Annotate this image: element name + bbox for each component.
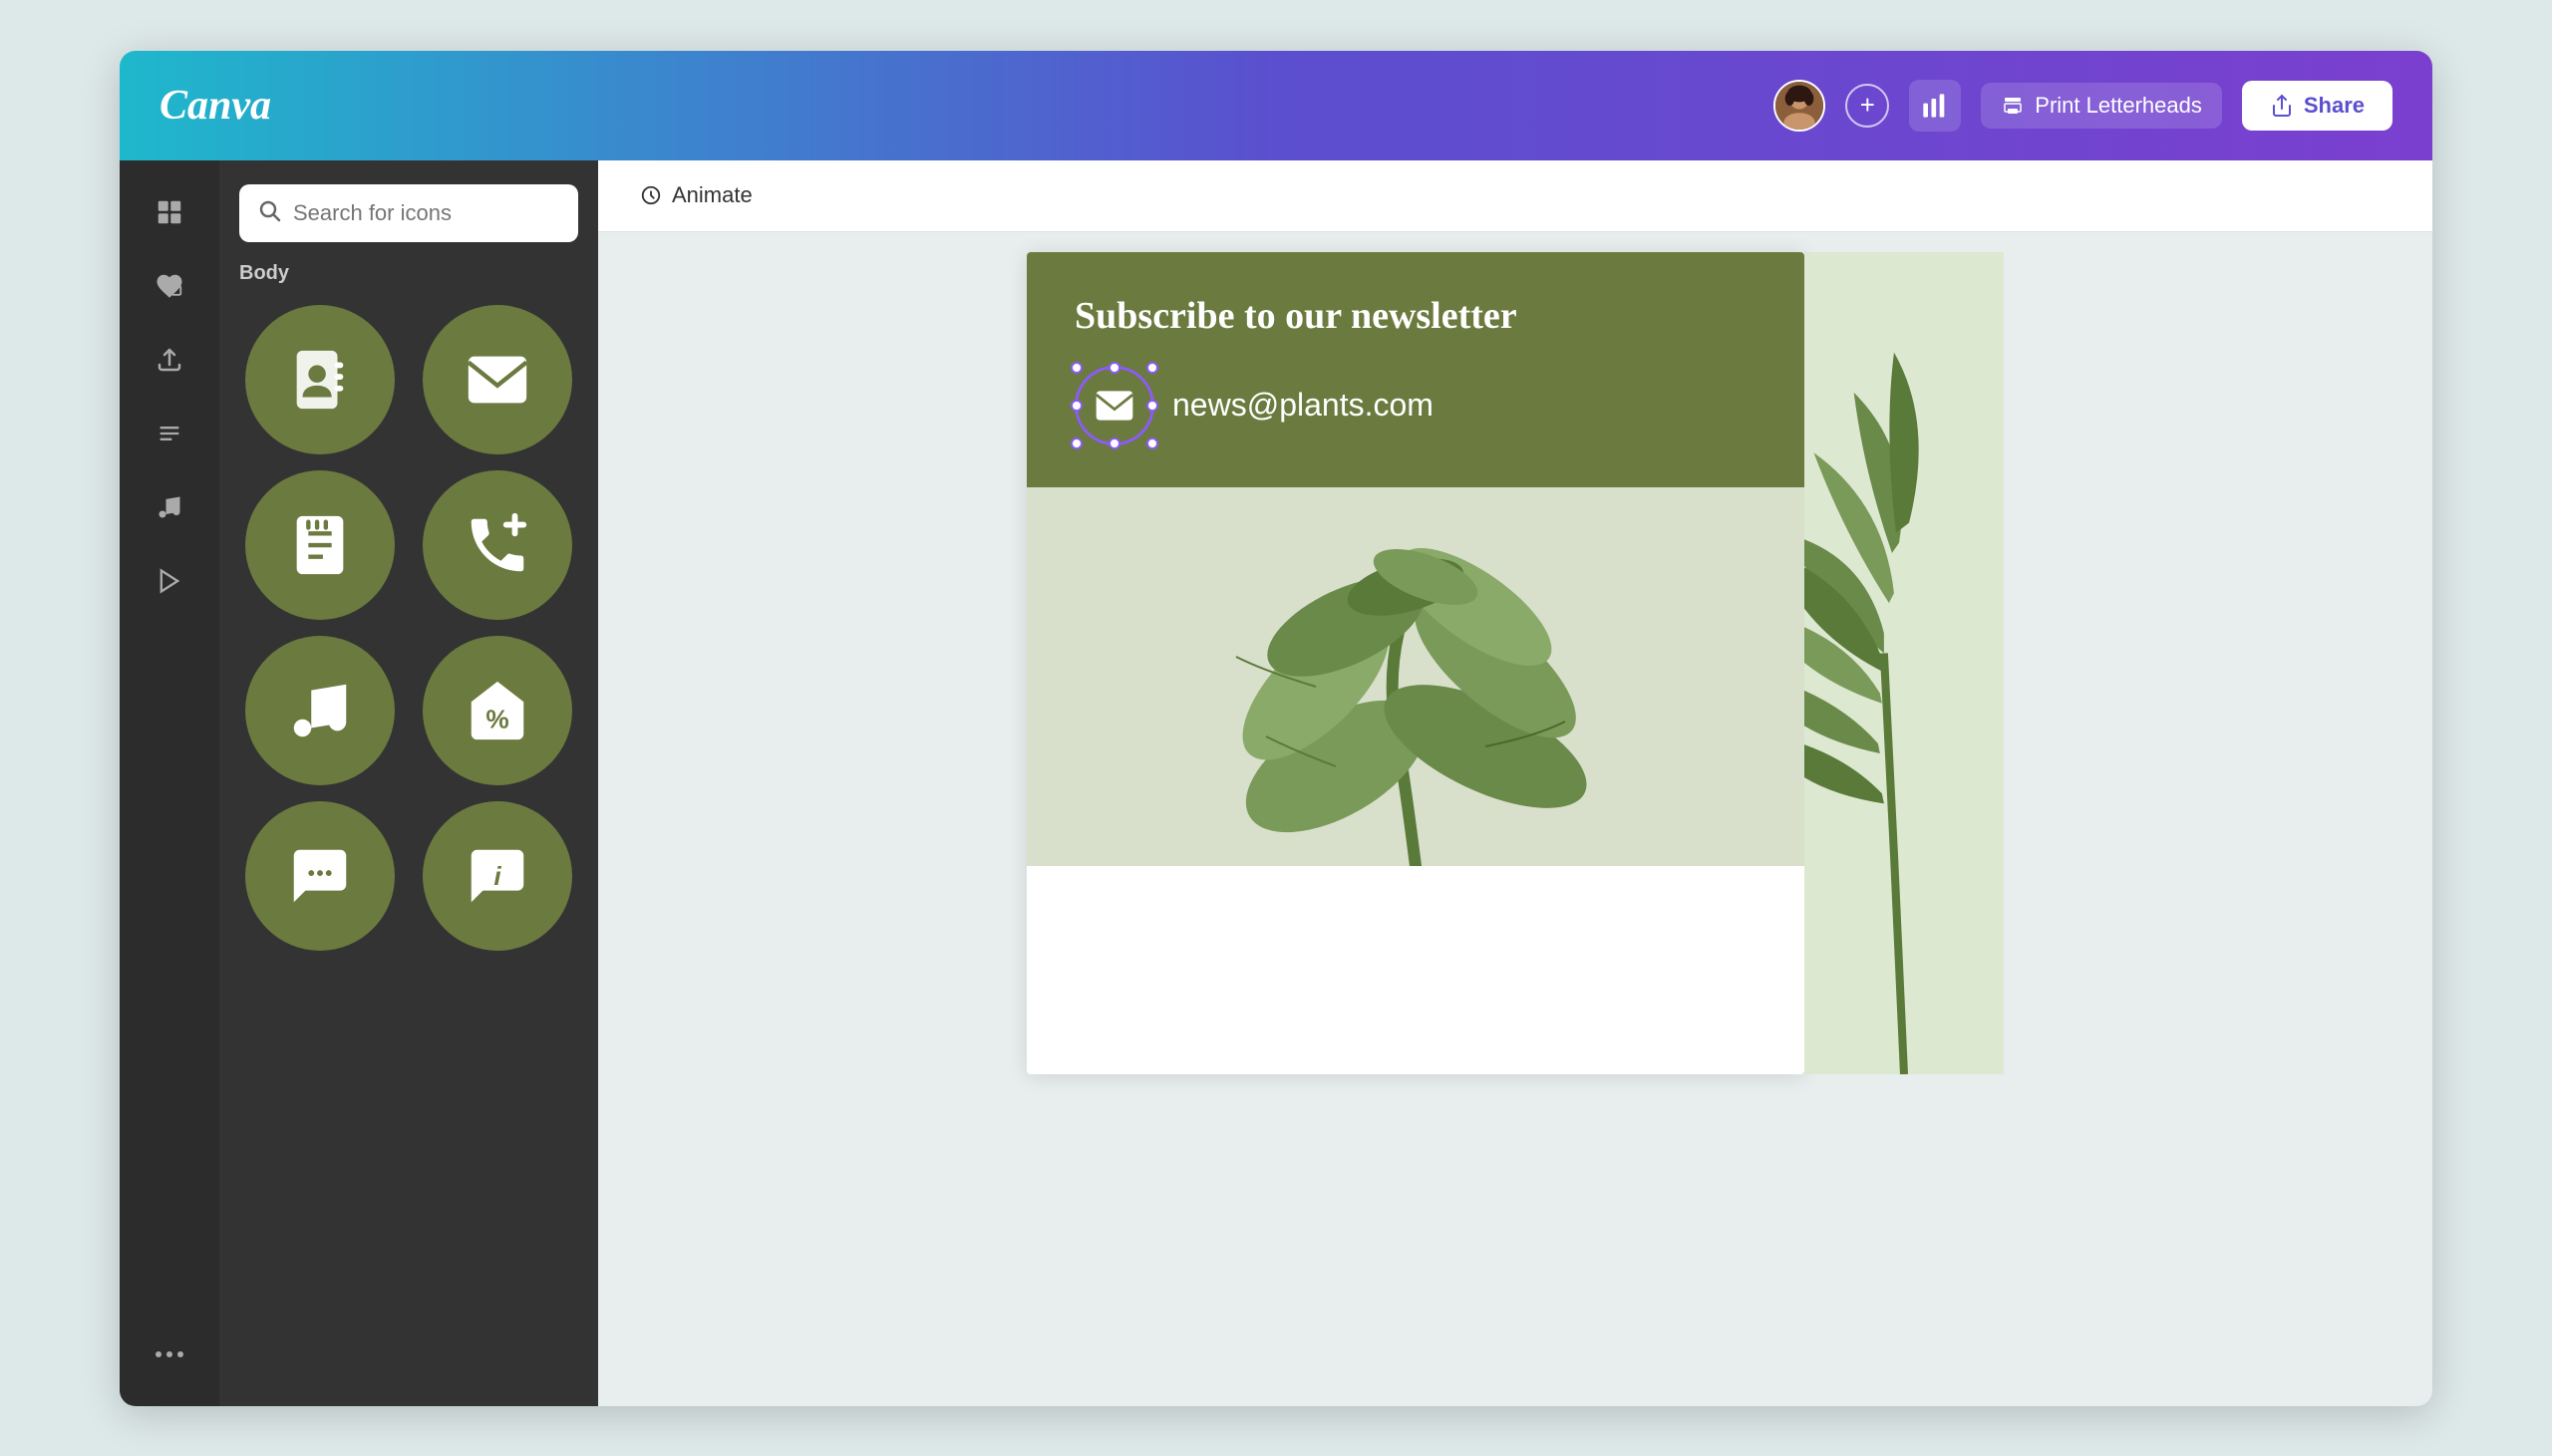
section-header: Body	[239, 262, 578, 285]
header-actions: + Print Letterheads	[1773, 80, 2392, 132]
avatar-button[interactable]	[1773, 80, 1825, 132]
section-label: Body	[239, 262, 289, 284]
search-box[interactable]	[239, 184, 578, 242]
sidebar-item-upload[interactable]	[138, 328, 201, 392]
canvas-page: Subscribe to our newsletter	[1027, 252, 1804, 1074]
chart-button[interactable]	[1909, 80, 1961, 132]
icon-grid: % i	[239, 305, 578, 951]
header: Canva +	[120, 51, 2432, 160]
app-window: Canva +	[120, 51, 2432, 1406]
avatar	[1775, 82, 1823, 130]
right-panel	[1804, 252, 2004, 1074]
add-button[interactable]: +	[1845, 84, 1889, 128]
search-input[interactable]	[293, 200, 560, 226]
animate-label: Animate	[672, 182, 753, 208]
icon-mail[interactable]	[423, 305, 572, 454]
newsletter-card: Subscribe to our newsletter	[1027, 252, 1804, 487]
newsletter-title: Subscribe to our newsletter	[1075, 294, 1756, 338]
share-button[interactable]: Share	[2242, 81, 2392, 131]
sidebar-item-music[interactable]	[138, 475, 201, 539]
animate-button[interactable]: Animate	[626, 174, 767, 216]
handle-ml[interactable]	[1071, 400, 1083, 412]
email-text: news@plants.com	[1172, 387, 1434, 424]
icon-panel: Body	[219, 160, 598, 1406]
email-icon-selected[interactable]	[1075, 366, 1154, 445]
handle-mr[interactable]	[1146, 400, 1158, 412]
sidebar-item-more[interactable]	[138, 1322, 201, 1386]
handle-br[interactable]	[1146, 437, 1158, 449]
canvas-area: Animate Subscribe to our newsletter	[598, 160, 2432, 1406]
search-icon	[257, 198, 281, 228]
icon-chat[interactable]	[245, 801, 395, 951]
canvas-toolbar: Animate	[598, 160, 2432, 232]
main-content: Body	[120, 160, 2432, 1406]
handle-bl[interactable]	[1071, 437, 1083, 449]
handle-tl[interactable]	[1071, 362, 1083, 374]
icon-music-note[interactable]	[245, 636, 395, 785]
print-label: Print Letterheads	[2035, 93, 2202, 119]
newsletter-email-row: news@plants.com	[1075, 366, 1756, 445]
icon-contact[interactable]	[245, 305, 395, 454]
icon-info[interactable]: i	[423, 801, 572, 951]
canva-logo: Canva	[160, 82, 271, 130]
sidebar-item-elements[interactable]	[138, 254, 201, 318]
palm-illustration	[1804, 252, 2004, 1074]
canvas-scroll[interactable]: Subscribe to our newsletter	[598, 232, 2432, 1406]
svg-text:%: %	[485, 704, 508, 733]
plant-section	[1027, 487, 1804, 866]
icon-phone-add[interactable]	[423, 470, 572, 620]
sidebar-item-text[interactable]	[138, 402, 201, 465]
sidebar-item-grid[interactable]	[138, 180, 201, 244]
share-label: Share	[2304, 93, 2365, 119]
icon-notes[interactable]	[245, 470, 395, 620]
handle-tm[interactable]	[1109, 362, 1120, 374]
handle-tr[interactable]	[1146, 362, 1158, 374]
plant-illustration	[1027, 487, 1804, 866]
icon-discount[interactable]: %	[423, 636, 572, 785]
print-letterheads-button[interactable]: Print Letterheads	[1981, 83, 2222, 129]
svg-text:i: i	[493, 860, 501, 890]
handle-bm[interactable]	[1109, 437, 1120, 449]
sidebar	[120, 160, 219, 1406]
sidebar-item-video[interactable]	[138, 549, 201, 613]
